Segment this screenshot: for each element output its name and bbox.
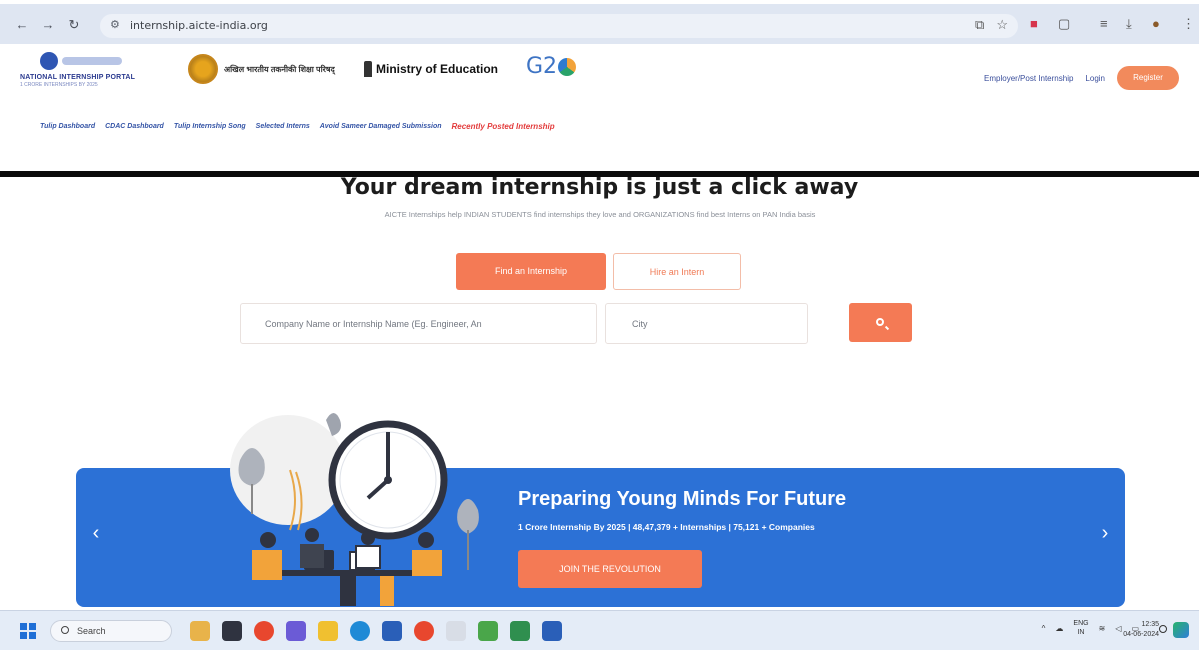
login-link[interactable]: Login [1085,74,1105,83]
profile-icon[interactable]: ● [1152,16,1160,31]
company-search-input[interactable]: Company Name or Internship Name (Eg. Eng… [240,303,597,344]
banner-title: Preparing Young Minds For Future [518,488,847,510]
quick-link-tulip-song[interactable]: Tulip Internship Song [174,123,246,130]
chevron-left-icon[interactable]: ‹ [86,523,106,543]
nip-logo[interactable]: NATIONAL INTERNSHIP PORTAL 1 CRORE INTER… [20,52,160,92]
tune-icon[interactable]: ⚙ [110,18,120,31]
hero-subtitle: AICTE Internships help INDIAN STUDENTS f… [384,210,816,219]
notification-icon[interactable] [1159,625,1167,633]
back-icon[interactable]: ← [14,17,30,33]
join-revolution-button[interactable]: JOIN THE REVOLUTION [518,550,702,588]
download-icon[interactable]: ⤓ [1126,16,1132,32]
chrome-icon[interactable] [254,621,274,641]
quick-link-tulip-dashboard[interactable]: Tulip Dashboard [40,123,95,130]
app-icon[interactable] [446,621,466,641]
taskbar-search[interactable]: Search [50,620,172,642]
chevron-right-icon[interactable]: › [1095,523,1115,543]
store-icon[interactable] [382,621,402,641]
file-explorer-icon[interactable] [318,621,338,641]
copilot-icon[interactable] [1173,622,1189,638]
aicte-logo[interactable]: अखिल भारतीय तकनीकी शिक्षा परिषद् [188,54,344,84]
address-bar[interactable]: ⚙ internship.aicte-india.org ⧉ ☆ [100,14,1018,38]
task-view-icon[interactable] [222,621,242,641]
search-button[interactable] [849,303,912,342]
system-clock[interactable]: 12:35 04-06-2024 [1123,620,1159,640]
search-icon [876,318,884,326]
quick-link-avoid-submission[interactable]: Avoid Sameer Damaged Submission [320,123,442,130]
quick-link-selected-interns[interactable]: Selected Interns [256,123,310,130]
cast-icon[interactable]: ⧉ [975,17,984,33]
forward-icon[interactable]: → [40,17,56,33]
g20-logo: G2 [526,54,577,79]
search-icon [61,626,69,634]
word-icon[interactable] [542,621,562,641]
wifi-icon[interactable]: ≋ [1099,624,1106,633]
widgets-icon[interactable] [190,621,210,641]
volume-icon[interactable]: ◁ [1115,624,1121,633]
aicte-seal-icon [188,54,218,84]
menu-icon[interactable]: ⋮ [1182,16,1195,32]
star-icon[interactable]: ☆ [996,17,1008,33]
reload-icon[interactable]: ↻ [66,17,82,33]
taskbar: Search ^ ☁ ENG IN ≋ ◁ ▭ 12:35 04-06-2024 [0,610,1199,650]
hire-intern-button[interactable]: Hire an Intern [613,253,741,290]
url-text: internship.aicte-india.org [130,19,268,32]
edge-icon[interactable] [350,621,370,641]
puzzle-icon[interactable]: ▢ [1058,16,1070,32]
site-header: NATIONAL INTERNSHIP PORTAL 1 CRORE INTER… [0,44,1199,172]
register-button[interactable]: Register [1117,66,1179,90]
find-internship-button[interactable]: Find an Internship [456,253,606,290]
students-clock-illustration [230,413,479,606]
language-indicator[interactable]: ENG IN [1073,619,1088,637]
banner-stats: 1 Crore Internship By 2025 | 48,47,379 +… [518,522,815,532]
teams-icon[interactable] [286,621,306,641]
browser-toolbar: ← → ↻ ⚙ internship.aicte-india.org ⧉ ☆ ■… [0,0,1199,44]
cloud-icon[interactable]: ☁ [1055,624,1063,633]
employer-link[interactable]: Employer/Post Internship [984,74,1073,83]
extension-icon[interactable]: ■ [1030,16,1038,31]
sidebar-icon[interactable]: ≡ [1100,16,1108,31]
sheets-icon[interactable] [510,621,530,641]
chevron-up-icon[interactable]: ^ [1042,624,1046,633]
hero-title: Your dream internship is just a click aw… [340,175,859,200]
quick-link-recent-internship[interactable]: Recently Posted Internship [452,122,555,131]
globe-icon [558,57,577,76]
city-input[interactable]: City [605,303,808,344]
quick-link-cdac-dashboard[interactable]: CDAC Dashboard [105,123,164,130]
chrome-2-icon[interactable] [414,621,434,641]
moe-logo[interactable]: Ministry of Education [364,61,498,77]
excel-icon[interactable] [478,621,498,641]
emblem-icon [364,61,372,77]
quick-links: Tulip Dashboard CDAC Dashboard Tulip Int… [40,122,555,131]
windows-start-icon[interactable] [20,623,36,639]
